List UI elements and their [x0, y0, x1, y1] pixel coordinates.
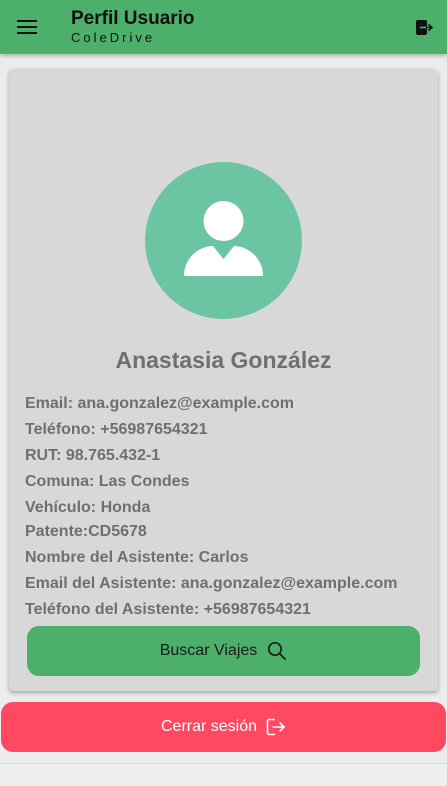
email-field: Email: ana.gonzalez@example.com	[25, 395, 295, 412]
exit-button[interactable]	[413, 16, 435, 38]
profile-card: Anastasia González Email: ana.gonzalez@e…	[9, 69, 438, 691]
comuna-field: Comuna: Las Condes	[25, 473, 190, 490]
exit-icon	[415, 19, 433, 35]
search-trips-label: Buscar Viajes	[159, 642, 258, 659]
vehicle-field: Vehículo: Honda	[25, 499, 151, 516]
header-title-block: Perfil Usuario ColeDrive	[71, 8, 195, 46]
user-name: Anastasia González	[115, 347, 332, 373]
page-title: Perfil Usuario	[71, 8, 195, 29]
app-subtitle: ColeDrive	[71, 30, 156, 45]
search-icon	[268, 641, 287, 660]
app-header: Perfil Usuario ColeDrive	[0, 0, 447, 54]
person-icon	[184, 201, 263, 276]
rut-field: RUT: 98.765.432-1	[25, 447, 161, 464]
logout-label: Cerrar sesión	[160, 718, 258, 735]
assistant-email-field: Email del Asistente: ana.gonzalez@exampl…	[25, 575, 398, 592]
menu-icon	[17, 20, 37, 34]
search-trips-button[interactable]: Buscar Viajes	[27, 626, 420, 676]
plate-field: Patente:CD5678	[25, 523, 147, 540]
phone-field: Teléfono: +56987654321	[25, 421, 208, 438]
bottom-strip	[0, 763, 447, 786]
avatar	[145, 162, 302, 319]
logout-icon	[266, 718, 285, 736]
assistant-phone-field: Teléfono del Asistente: +56987654321	[25, 601, 311, 618]
menu-button[interactable]	[14, 14, 40, 40]
logout-button[interactable]: Cerrar sesión	[1, 702, 446, 752]
assistant-name-field: Nombre del Asistente: Carlos	[25, 549, 249, 566]
